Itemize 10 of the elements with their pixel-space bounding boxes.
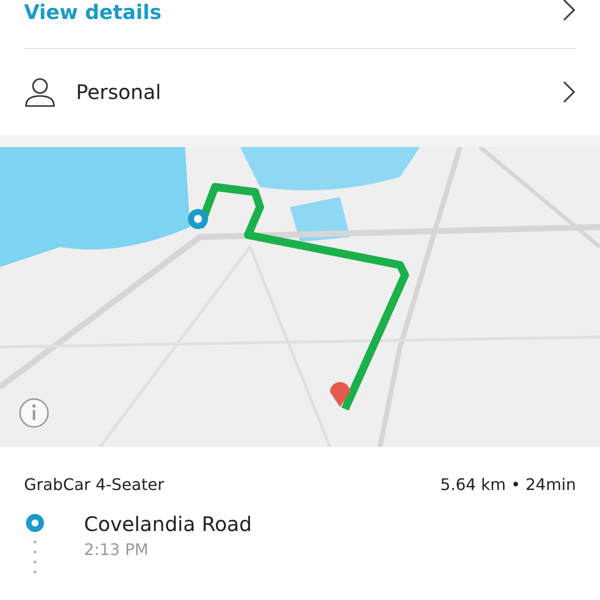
vehicle-type: GrabCar 4-Seater: [24, 475, 164, 494]
distance-duration: 5.64 km • 24min: [440, 475, 576, 494]
view-details-link[interactable]: View details: [24, 0, 162, 24]
person-icon: [24, 76, 56, 108]
stop-time: 2:13 PM: [84, 540, 150, 559]
chevron-right-icon[interactable]: [562, 0, 576, 22]
info-icon[interactable]: [18, 397, 50, 429]
profile-label: Personal: [76, 80, 162, 104]
chevron-right-icon[interactable]: [562, 80, 576, 104]
stop-name: Covelandia Road: [84, 512, 252, 536]
